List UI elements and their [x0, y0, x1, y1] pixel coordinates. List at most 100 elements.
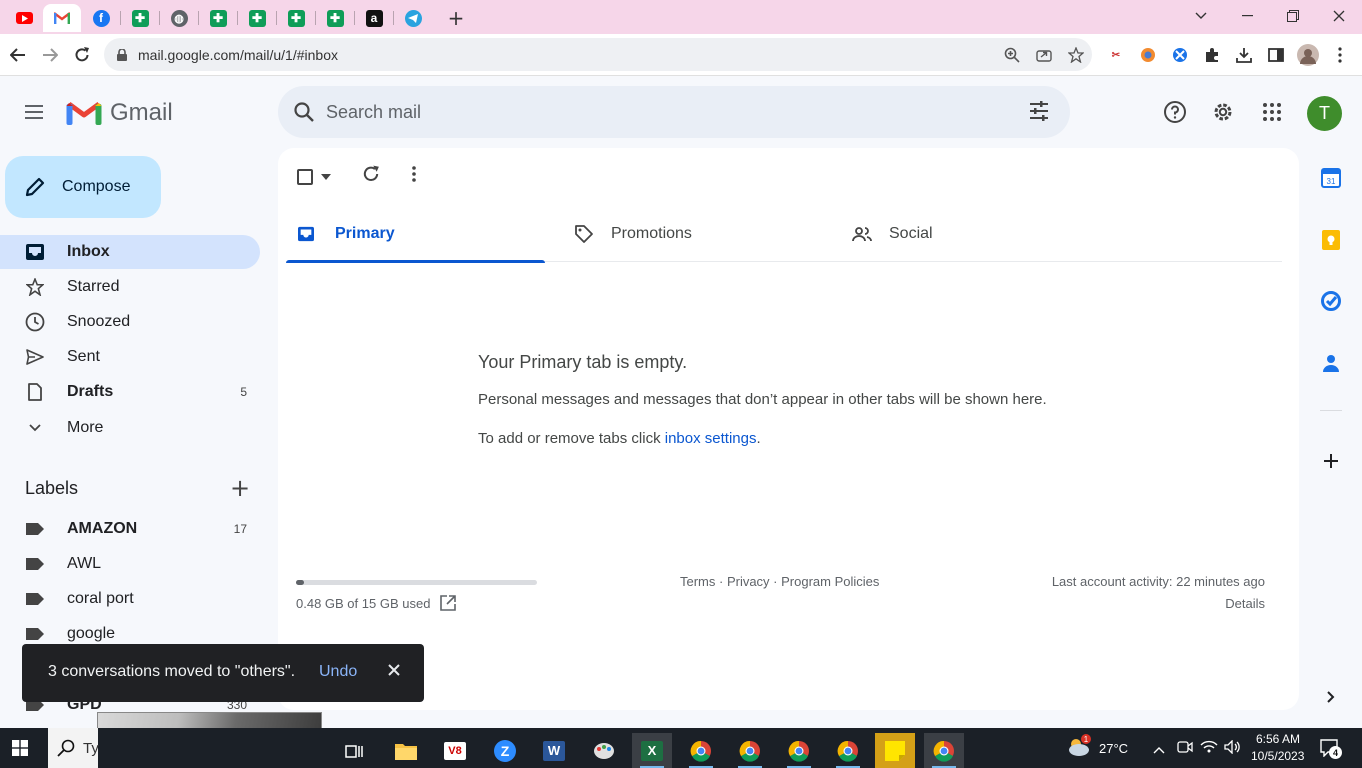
- browser-tab-globe[interactable]: ◍: [160, 4, 199, 32]
- get-addons-plus-icon[interactable]: [1320, 450, 1342, 472]
- program-policies-links[interactable]: Terms · Privacy · Program Policies: [680, 574, 879, 589]
- meet-now-icon[interactable]: [1177, 740, 1193, 759]
- restore-icon[interactable]: [1270, 4, 1316, 28]
- tab-social[interactable]: Social: [842, 206, 1101, 262]
- profile-avatar-icon[interactable]: [1295, 42, 1321, 68]
- sticky-notes-icon[interactable]: [875, 733, 915, 768]
- globe-icon: ◍: [170, 9, 188, 27]
- paint-icon[interactable]: [584, 733, 624, 768]
- storage-usage-fill: [296, 580, 304, 585]
- download-icon[interactable]: [1231, 42, 1257, 68]
- app-v8-icon[interactable]: V8: [435, 733, 475, 768]
- reload-icon[interactable]: [69, 42, 95, 68]
- nav-item-drafts[interactable]: Drafts 5: [0, 375, 260, 409]
- browser-tab-youtube[interactable]: [5, 4, 44, 32]
- caret-down-icon[interactable]: [321, 174, 331, 180]
- nav-item-sent[interactable]: Sent: [0, 340, 260, 374]
- extension-1-icon[interactable]: ✂: [1103, 42, 1129, 68]
- apps-grid-icon[interactable]: [1252, 92, 1292, 132]
- browser-tab-gmail[interactable]: [43, 4, 81, 32]
- weather-temperature[interactable]: 27°C: [1099, 741, 1128, 756]
- address-bar[interactable]: mail.google.com/mail/u/1/#inbox: [104, 38, 1092, 71]
- chrome-active-icon[interactable]: [924, 733, 964, 768]
- nav-item-starred[interactable]: Starred: [0, 270, 260, 304]
- search-icon[interactable]: [292, 100, 316, 129]
- nav-item-inbox[interactable]: Inbox: [0, 235, 260, 269]
- file-explorer-icon[interactable]: [386, 733, 426, 768]
- show-side-panel-chevron-icon[interactable]: [1320, 686, 1342, 708]
- search-bar[interactable]: [278, 86, 1070, 138]
- browser-tab-facebook[interactable]: f: [82, 4, 121, 32]
- snackbar-close-icon[interactable]: [386, 662, 406, 682]
- browser-tab-sheets-2[interactable]: ✚: [199, 4, 238, 32]
- chrome-profile-4-icon[interactable]: [828, 733, 868, 768]
- close-window-icon[interactable]: [1316, 4, 1362, 28]
- open-in-new-icon[interactable]: [440, 595, 456, 616]
- browser-menu-icon[interactable]: [1327, 42, 1353, 68]
- clock-date[interactable]: 10/5/2023: [1251, 749, 1304, 763]
- taskbar-search-box[interactable]: Ty: [48, 728, 99, 768]
- lock-icon[interactable]: [112, 45, 132, 65]
- clock-time[interactable]: 6:56 AM: [1256, 732, 1300, 746]
- browser-tab-amazon[interactable]: a: [355, 4, 394, 32]
- back-arrow-icon[interactable]: [5, 42, 31, 68]
- nav-item-snoozed[interactable]: Snoozed: [0, 305, 260, 339]
- more-options-icon[interactable]: [412, 166, 420, 184]
- tab-promotions[interactable]: Promotions: [564, 206, 823, 262]
- windows-start-icon[interactable]: [0, 730, 40, 765]
- chrome-profile-3-icon[interactable]: [779, 733, 819, 768]
- nav-item-more[interactable]: More: [0, 411, 260, 445]
- extension-3-icon[interactable]: [1167, 42, 1193, 68]
- new-tab-button[interactable]: +: [437, 4, 475, 32]
- tab-search-chevron-icon[interactable]: [1178, 4, 1224, 28]
- notification-center-icon[interactable]: 4: [1320, 739, 1342, 762]
- extensions-puzzle-icon[interactable]: [1199, 42, 1225, 68]
- select-all-checkbox[interactable]: [297, 165, 337, 189]
- browser-tab-sheets-5[interactable]: ✚: [316, 4, 355, 32]
- tab-primary[interactable]: Primary: [286, 206, 545, 263]
- browser-tab-telegram[interactable]: [394, 4, 432, 32]
- search-input[interactable]: [326, 98, 1006, 126]
- volume-icon[interactable]: [1224, 739, 1242, 759]
- compose-button[interactable]: Compose: [5, 156, 161, 218]
- task-view-icon[interactable]: [335, 733, 375, 768]
- forward-arrow-icon[interactable]: [37, 42, 63, 68]
- word-icon[interactable]: W: [534, 733, 574, 768]
- excel-icon[interactable]: X: [632, 733, 672, 768]
- refresh-icon[interactable]: [362, 165, 382, 185]
- gmail-logo[interactable]: Gmail: [66, 99, 173, 127]
- activity-details-link[interactable]: Details: [1225, 596, 1265, 611]
- bookmark-star-icon[interactable]: [1066, 45, 1086, 65]
- gmail-m-icon: [66, 101, 102, 125]
- search-options-icon[interactable]: [1028, 100, 1050, 127]
- add-label-icon[interactable]: +: [228, 476, 252, 500]
- inbox-settings-link[interactable]: inbox settings: [665, 430, 757, 447]
- chrome-profile-1-icon[interactable]: [681, 733, 721, 768]
- label-item-coral-port[interactable]: coral port: [0, 582, 260, 616]
- zoom-icon[interactable]: [1002, 45, 1022, 65]
- share-icon[interactable]: [1034, 45, 1054, 65]
- settings-gear-icon[interactable]: [1203, 92, 1243, 132]
- zoom-app-icon[interactable]: Z: [485, 733, 525, 768]
- browser-tab-sheets-3[interactable]: ✚: [238, 4, 277, 32]
- calendar-icon[interactable]: 31: [1320, 167, 1342, 189]
- label-item-amazon[interactable]: AMAZON 17: [0, 512, 260, 546]
- show-hidden-icons-chevron-icon[interactable]: [1153, 741, 1165, 759]
- account-avatar[interactable]: T: [1307, 96, 1342, 131]
- keep-icon[interactable]: [1320, 229, 1342, 251]
- network-icon[interactable]: [1200, 740, 1218, 759]
- weather-icon[interactable]: 1: [1066, 734, 1092, 760]
- help-icon[interactable]: [1155, 92, 1195, 132]
- side-panel-icon[interactable]: [1263, 42, 1289, 68]
- minimize-icon[interactable]: [1224, 4, 1270, 28]
- label-item-awl[interactable]: AWL: [0, 547, 260, 581]
- main-menu-icon[interactable]: [22, 100, 46, 124]
- snackbar-undo-button[interactable]: Undo: [319, 663, 357, 681]
- browser-tab-sheets-1[interactable]: ✚: [121, 4, 160, 32]
- taskbar-search-icon: [57, 739, 75, 762]
- contacts-icon[interactable]: [1320, 352, 1342, 374]
- browser-tab-sheets-4[interactable]: ✚: [277, 4, 316, 32]
- tasks-icon[interactable]: [1320, 290, 1342, 312]
- extension-2-icon[interactable]: [1135, 42, 1161, 68]
- chrome-profile-2-icon[interactable]: [730, 733, 770, 768]
